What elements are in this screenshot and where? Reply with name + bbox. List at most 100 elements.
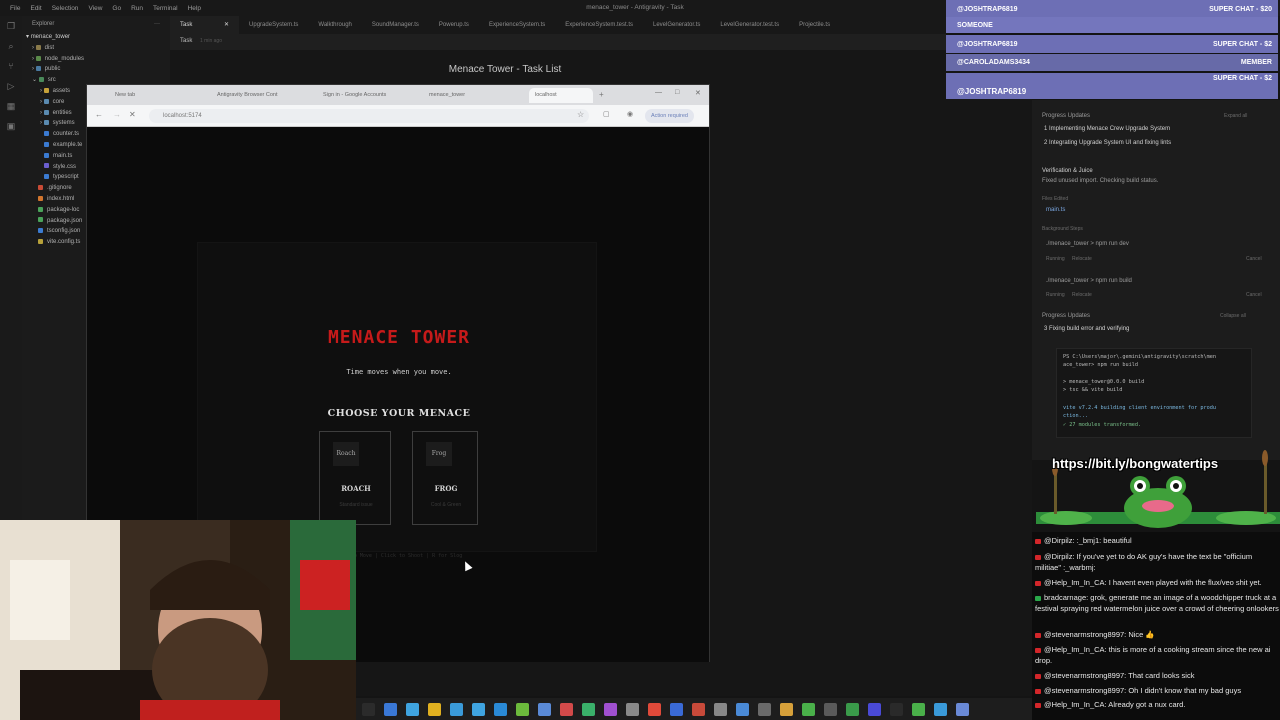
breadcrumb-task[interactable]: Task — [180, 38, 192, 44]
tree-item[interactable]: › public — [22, 64, 170, 75]
edited-file-link[interactable]: main.ts — [1046, 207, 1065, 213]
terminal-line: ✓ 27 modules transformed. — [1063, 422, 1142, 428]
step-label: Implementing Menace Crew Upgrade System — [1049, 126, 1171, 132]
progress-header: Progress Updates — [1042, 113, 1091, 119]
tab-task[interactable]: Task ✕ — [170, 16, 240, 34]
profile-icon[interactable]: ◉ — [627, 110, 633, 118]
app-icon[interactable] — [890, 702, 903, 716]
bookmark-star-icon[interactable]: ☆ — [577, 110, 584, 119]
more-icon[interactable]: ··· — [154, 21, 160, 27]
app-icon[interactable] — [494, 702, 507, 716]
menu-selection[interactable]: Selection — [52, 5, 79, 12]
cancel-button[interactable]: Cancel — [1246, 292, 1262, 298]
chat-message: @Dirpilz: If you've yet to do AK guy's h… — [1035, 552, 1279, 574]
tab-level-generator[interactable]: LevelGenerator.ts — [643, 16, 710, 34]
folder-icon[interactable] — [428, 702, 441, 716]
roach-card[interactable]: Roach ROACH Standard issue — [319, 431, 391, 525]
app-icon[interactable] — [406, 702, 419, 716]
tree-item[interactable]: › node_modules — [22, 54, 170, 65]
app-icon[interactable] — [868, 702, 881, 716]
browser-tab-active[interactable]: localhost — [529, 88, 593, 103]
project-root[interactable]: ▾ menace_tower — [22, 32, 170, 43]
tab-upgrade-system[interactable]: UpgradeSystem.ts — [239, 16, 308, 34]
app-icon[interactable] — [912, 702, 925, 716]
app-icon[interactable] — [560, 702, 573, 716]
edge-icon[interactable] — [384, 702, 397, 716]
app-icon[interactable] — [824, 702, 837, 716]
tab-experience-system-test[interactable]: ExperienceSystem.test.ts — [555, 16, 643, 34]
browser-tab-label: New tab — [115, 92, 136, 98]
tab-experience-system[interactable]: ExperienceSystem.ts — [479, 16, 555, 34]
app-icon[interactable] — [538, 702, 551, 716]
menu-run[interactable]: Run — [131, 5, 143, 12]
tab-sound-manager[interactable]: SoundManager.ts — [362, 16, 429, 34]
browser-tab[interactable]: New tab — [109, 88, 207, 103]
tab-level-generator-test[interactable]: LevelGenerator.test.ts — [710, 16, 789, 34]
address-bar[interactable]: localhost:5174 — [149, 109, 589, 123]
browser-tab[interactable]: Antigravity Browser Cont — [211, 88, 313, 103]
relocate-link[interactable]: Relocate — [1072, 292, 1092, 298]
files-edited-label: Files Edited — [1042, 196, 1069, 202]
menu-file[interactable]: File — [10, 5, 20, 12]
minimize-icon[interactable]: — — [655, 89, 662, 96]
tree-item-label: package.json — [47, 217, 83, 224]
chat-user: @Dirpilz: — [1044, 536, 1075, 545]
app-icon[interactable] — [516, 702, 529, 716]
menu-go[interactable]: Go — [112, 5, 121, 12]
app-icon[interactable] — [670, 702, 683, 716]
forward-icon[interactable]: → — [113, 110, 121, 119]
new-tab-icon[interactable]: + — [599, 90, 604, 99]
browser-tab[interactable]: menace_tower — [423, 88, 523, 103]
tree-item[interactable]: › dist — [22, 43, 170, 54]
tab-walkthrough[interactable]: Walkthrough — [308, 16, 361, 34]
start-icon[interactable] — [362, 702, 375, 716]
terminal-line: > menace_tower@0.0.0 build — [1063, 379, 1145, 385]
vscode-icon[interactable] — [450, 702, 463, 716]
chat-message: bradcarnage: grok, generate me an image … — [1035, 593, 1279, 615]
app-icon[interactable] — [582, 702, 595, 716]
superchat-user: @JOSHTRAP6819 — [957, 5, 1018, 13]
expand-all-link[interactable]: Expand all — [1224, 113, 1247, 119]
app-icon[interactable] — [780, 702, 793, 716]
browser-tab[interactable]: Sign in - Google Accounts — [317, 88, 419, 103]
source-control-icon[interactable]: ⑂ — [0, 56, 22, 76]
action-required-badge[interactable]: Action required — [645, 109, 694, 123]
chat-message: @stevenarmstrong8997: That card looks si… — [1035, 671, 1279, 682]
menu-help[interactable]: Help — [188, 5, 201, 12]
app-icon[interactable] — [472, 702, 485, 716]
close-icon[interactable]: ✕ — [695, 89, 701, 97]
app-icon[interactable] — [626, 702, 639, 716]
app-icon[interactable] — [846, 702, 859, 716]
run-debug-icon[interactable]: ▷ — [0, 76, 22, 96]
app-icon[interactable] — [692, 702, 705, 716]
frog-card[interactable]: Frog FROG Cool & Green — [412, 431, 478, 525]
files-icon[interactable]: ❐ — [0, 16, 22, 36]
close-icon[interactable]: ✕ — [224, 22, 229, 28]
stop-icon[interactable]: ✕ — [129, 110, 136, 119]
tree-item-label: example.te — [53, 141, 83, 148]
extensions-icon[interactable]: ▦ — [0, 96, 22, 116]
game-frame — [197, 242, 597, 552]
superchat-user: SOMEONE — [957, 21, 993, 29]
app-icon[interactable] — [758, 702, 771, 716]
remote-icon[interactable]: ▣ — [0, 116, 22, 136]
menu-edit[interactable]: Edit — [30, 5, 41, 12]
app-icon[interactable] — [934, 702, 947, 716]
app-icon[interactable] — [714, 702, 727, 716]
app-icon[interactable] — [802, 702, 815, 716]
extension-icon[interactable]: ▢ — [603, 110, 610, 118]
maximize-icon[interactable]: □ — [675, 89, 679, 96]
app-icon[interactable] — [956, 702, 969, 716]
tab-powerup[interactable]: Powerup.ts — [429, 16, 479, 34]
chrome-icon[interactable] — [648, 702, 661, 716]
menu-view[interactable]: View — [88, 5, 102, 12]
cancel-button[interactable]: Cancel — [1246, 256, 1262, 262]
back-icon[interactable]: ← — [95, 110, 103, 119]
search-icon[interactable]: ⌕ — [0, 36, 22, 56]
app-icon[interactable] — [736, 702, 749, 716]
app-icon[interactable] — [604, 702, 617, 716]
relocate-link[interactable]: Relocate — [1072, 256, 1092, 262]
menu-terminal[interactable]: Terminal — [153, 5, 178, 12]
tab-projectile[interactable]: Projectile.ts — [789, 16, 840, 34]
collapse-all-link[interactable]: Collapse all — [1220, 313, 1246, 319]
